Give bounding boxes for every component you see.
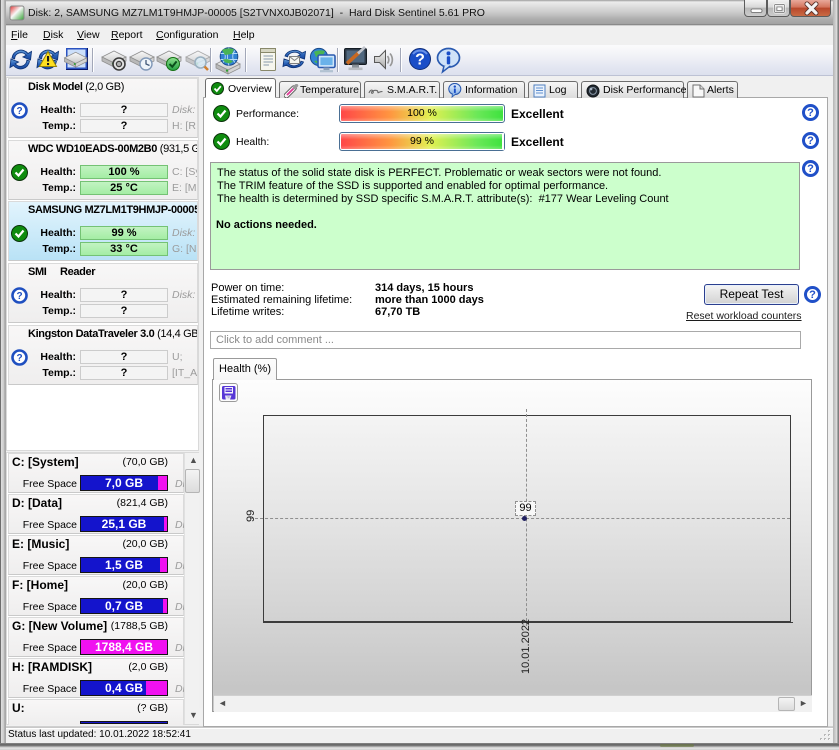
svg-text:?: ? (415, 52, 425, 69)
